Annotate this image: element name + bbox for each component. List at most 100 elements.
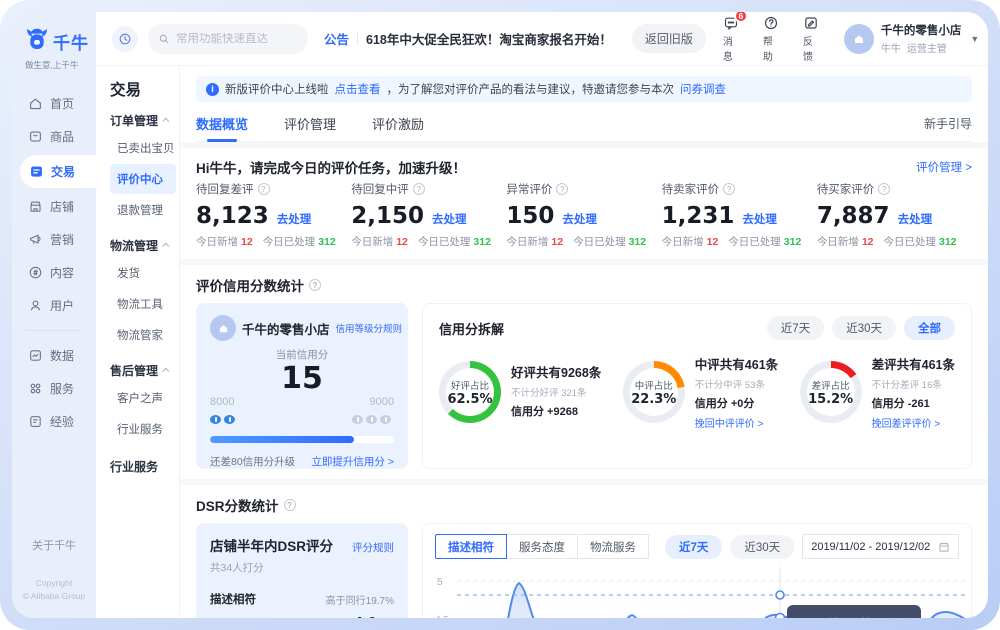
history-clock-button[interactable] xyxy=(112,26,138,52)
section-strip xyxy=(180,479,988,485)
tab-review-incentive[interactable]: 评价激励 xyxy=(372,106,424,141)
group-order-management[interactable]: 订单管理 xyxy=(110,112,179,129)
sidebar-item-service[interactable]: 服务 xyxy=(12,372,96,405)
subnav-item-customer-voice[interactable]: 客户之声 xyxy=(110,383,176,413)
handle-link[interactable]: 去处理 xyxy=(562,211,597,227)
window-frame: 千牛 做生意,上千牛 首页 商品 交易 店铺 营销 xyxy=(0,0,1000,630)
sidebar-item-data[interactable]: 数据 xyxy=(12,339,96,372)
credit-breakdown-panel: 信用分拆解 近7天 近30天 全部 好评占比 62.5% xyxy=(422,303,972,469)
dsr-filter-7days[interactable]: 近7天 xyxy=(665,535,722,559)
question-icon[interactable]: ? xyxy=(258,183,270,195)
feedback-pencil-icon xyxy=(803,15,819,31)
info-icon: i xyxy=(206,83,219,96)
subnav-item-logistics-manager[interactable]: 物流管家 xyxy=(110,320,176,350)
feedback-button[interactable]: 反馈 xyxy=(803,15,819,63)
shop-icon xyxy=(28,199,43,214)
document-icon xyxy=(28,414,43,429)
hash-circle-icon xyxy=(28,265,43,280)
review-management-link[interactable]: 评价管理 > xyxy=(916,159,972,175)
sidebar-item-content[interactable]: 内容 xyxy=(12,256,96,289)
logo-tagline: 做生意,上千牛 xyxy=(25,59,96,71)
sidebar-item-shop[interactable]: 店铺 xyxy=(12,190,96,223)
segment-description[interactable]: 描述相符 xyxy=(435,534,507,559)
handle-link[interactable]: 去处理 xyxy=(277,211,312,227)
question-icon[interactable]: ? xyxy=(413,183,425,195)
dsr-filter-30days[interactable]: 近30天 xyxy=(730,535,794,559)
group-after-sales[interactable]: 售后管理 xyxy=(110,362,179,379)
banner-view-link[interactable]: 点击查看 xyxy=(335,81,381,97)
question-icon[interactable]: ? xyxy=(309,279,321,291)
subnav-item-sold-items[interactable]: 已卖出宝贝 xyxy=(110,133,176,163)
announcement-label[interactable]: 公告 xyxy=(324,29,349,48)
group-industry-service[interactable]: 行业服务 xyxy=(110,458,179,475)
tab-review-management[interactable]: 评价管理 xyxy=(284,106,336,141)
recover-bad-review-link[interactable]: 挽回差评评价 > xyxy=(872,415,955,430)
handle-link[interactable]: 去处理 xyxy=(432,211,467,227)
current-level-badges xyxy=(210,411,238,429)
sidebar-item-experience[interactable]: 经验 xyxy=(12,405,96,438)
credit-rules-link[interactable]: 信用等级分规则 xyxy=(336,321,403,335)
segment-service[interactable]: 服务态度 xyxy=(506,534,578,559)
date-range-picker[interactable]: 2019/11/02 - 2019/12/02 xyxy=(802,534,959,559)
subnav-item-shipping[interactable]: 发货 xyxy=(110,258,176,288)
handle-link[interactable]: 去处理 xyxy=(898,211,933,227)
handle-link[interactable]: 去处理 xyxy=(742,211,777,227)
filter-all[interactable]: 全部 xyxy=(904,316,955,340)
credit-score-value: 15 xyxy=(210,362,394,395)
sidebar-item-goods[interactable]: 商品 xyxy=(12,120,96,153)
dsr-metric-label: 描述相符 xyxy=(210,591,256,607)
sidebar-footer: 关于千牛 Copyright © Alibaba Group xyxy=(12,537,96,618)
beginner-guide-link[interactable]: 新手引导 xyxy=(924,115,972,132)
subnav-item-industry-service[interactable]: 行业服务 xyxy=(110,414,176,444)
messages-button[interactable]: 6 消息 xyxy=(723,15,739,63)
subnav-item-logistics-tools[interactable]: 物流工具 xyxy=(110,289,176,319)
question-icon[interactable]: ? xyxy=(284,499,296,511)
back-to-old-version-button[interactable]: 返回旧版 xyxy=(632,24,706,53)
secondary-sidebar: 交易 订单管理 已卖出宝贝 评价中心 退款管理 物流管理 发货 物流工具 物流管… xyxy=(96,66,180,618)
dsr-section-title: DSR分数统计 ? xyxy=(196,495,972,515)
shop-name: 千牛的零售小店 xyxy=(881,22,962,38)
question-icon[interactable]: ? xyxy=(878,183,890,195)
sidebar-item-trade[interactable]: 交易 xyxy=(20,155,96,188)
segment-logistics[interactable]: 物流服务 xyxy=(577,534,649,559)
stat-bad-reviews: 待回复差评? 8,123去处理 今日新增12今日已处理312 xyxy=(196,181,351,249)
filter-30days[interactable]: 近30天 xyxy=(832,316,896,340)
dsr-rules-link[interactable]: 评分规则 xyxy=(352,540,394,555)
sidebar-item-marketing[interactable]: 营销 xyxy=(12,223,96,256)
qianniu-logo-icon xyxy=(25,28,49,55)
sidebar-item-user[interactable]: 用户 xyxy=(12,289,96,322)
notice-banner: i 新版评价中心上线啦 点击查看 ，为了解您对评价产品的看法与建议，特邀请您参与… xyxy=(196,76,972,102)
group-logistics[interactable]: 物流管理 xyxy=(110,237,179,254)
announcement: 公告 618年中大促全民狂欢！淘宝商家报名开始！ xyxy=(324,29,612,48)
stat-buyer-pending: 待买家评价? 7,887去处理 今日新增12今日已处理312 xyxy=(817,181,972,249)
stat-abnormal-reviews: 异常评价? 150去处理 今日新增12今日已处理312 xyxy=(506,181,661,249)
filter-7days[interactable]: 近7天 xyxy=(767,316,824,340)
account-menu[interactable]: 千牛的零售小店 牛牛 运营主管 ▼ xyxy=(844,22,979,55)
stat-mid-reviews: 待回复中评? 2,150去处理 今日新增12今日已处理312 xyxy=(351,181,506,249)
user-name: 牛牛 xyxy=(881,40,901,55)
person-icon xyxy=(28,298,43,313)
question-icon[interactable]: ? xyxy=(723,183,735,195)
sidebar-item-home[interactable]: 首页 xyxy=(12,87,96,120)
subnav-item-refunds[interactable]: 退款管理 xyxy=(110,195,176,225)
subnav-item-review-center[interactable]: 评价中心 xyxy=(110,164,176,194)
message-badge: 6 xyxy=(734,12,748,23)
copyright: Copyright © Alibaba Group xyxy=(12,577,96,604)
search-box[interactable] xyxy=(148,24,308,54)
recover-mid-review-link[interactable]: 挽回中评评价 > xyxy=(695,415,778,430)
tab-data-overview[interactable]: 数据概览 xyxy=(196,106,248,141)
announcement-text[interactable]: 618年中大促全民狂欢！淘宝商家报名开始！ xyxy=(366,29,612,48)
search-icon xyxy=(158,33,170,45)
clock-icon xyxy=(118,32,132,46)
about-qianniu-link[interactable]: 关于千牛 xyxy=(12,537,96,553)
search-input[interactable] xyxy=(176,33,286,45)
mid-review-donut-group: 中评占比 22.3% 中评共有461条 不计分中评 53条 信用分 +0分 挽回… xyxy=(623,354,778,430)
boost-credit-link[interactable]: 立即提升信用分 > xyxy=(311,454,394,469)
help-button[interactable]: 帮助 xyxy=(763,15,779,63)
bad-review-donut: 差评占比 15.2% xyxy=(800,361,862,423)
megaphone-icon xyxy=(28,232,43,247)
svg-text:4.5: 4.5 xyxy=(435,615,449,618)
banner-survey-link[interactable]: 问券调查 xyxy=(680,81,726,97)
question-icon[interactable]: ? xyxy=(556,183,568,195)
upgrade-hint: 还差80信用分升级 xyxy=(210,454,295,469)
